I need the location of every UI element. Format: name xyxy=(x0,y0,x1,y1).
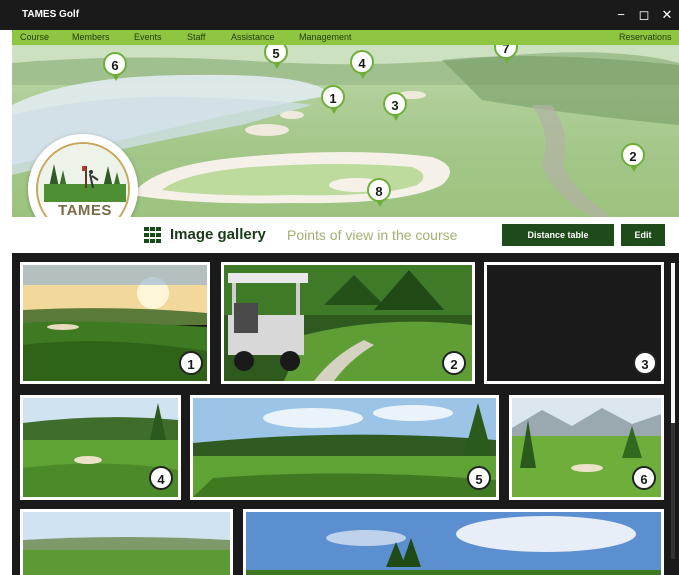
image-gallery-tab[interactable]: Image gallery xyxy=(170,226,266,243)
panoramic-fairway-image xyxy=(193,398,496,497)
grid-icon xyxy=(144,227,162,243)
image-number-badge: 2 xyxy=(442,351,466,375)
golf-cart-image xyxy=(224,265,472,381)
gallery-image-5[interactable]: 5 xyxy=(190,395,499,500)
menu-reservations[interactable]: Reservations xyxy=(619,32,672,42)
gallery-image-8[interactable] xyxy=(243,509,664,575)
gallery-image-3[interactable]: 3 xyxy=(484,262,664,384)
image-gallery: 1 2 3 4 5 6 xyxy=(12,253,679,575)
map-pin-6[interactable]: 6 xyxy=(103,52,127,81)
map-pin-1[interactable]: 1 xyxy=(321,85,345,114)
edit-button[interactable]: Edit xyxy=(621,224,665,246)
menu-management[interactable]: Management xyxy=(299,32,352,42)
map-pin-4[interactable]: 4 xyxy=(350,50,374,79)
image-number-badge: 6 xyxy=(632,466,656,490)
menu-staff[interactable]: Staff xyxy=(187,32,205,42)
image-number-badge: 1 xyxy=(179,351,203,375)
points-of-view-tab[interactable]: Points of view in the course xyxy=(287,227,457,243)
gallery-image-2[interactable]: 2 xyxy=(221,262,475,384)
panoramic-sky-image xyxy=(246,512,661,575)
gallery-image-7[interactable] xyxy=(20,509,233,575)
minimize-icon[interactable]: − xyxy=(612,6,630,24)
menu-events[interactable]: Events xyxy=(134,32,162,42)
distant-view-image xyxy=(23,512,230,575)
gallery-image-6[interactable]: 6 xyxy=(509,395,664,500)
close-icon[interactable]: ✕ xyxy=(658,6,676,24)
map-pin-2[interactable]: 2 xyxy=(621,143,645,172)
gallery-scrollbar[interactable] xyxy=(671,263,675,559)
menu-course[interactable]: Course xyxy=(20,32,49,42)
gallery-toolbar: Image gallery Points of view in the cour… xyxy=(12,217,679,253)
distance-table-button[interactable]: Distance table xyxy=(502,224,614,246)
menu-members[interactable]: Members xyxy=(72,32,110,42)
scrollbar-thumb[interactable] xyxy=(671,263,675,423)
image-number-badge: 3 xyxy=(633,351,657,375)
menu-assistance[interactable]: Assistance xyxy=(231,32,275,42)
title-bar: TAMES Golf − ◻ ✕ xyxy=(0,0,679,30)
map-pin-8[interactable]: 8 xyxy=(367,178,391,207)
image-number-badge: 5 xyxy=(467,466,491,490)
map-pin-3[interactable]: 3 xyxy=(383,92,407,121)
gallery-image-4[interactable]: 4 xyxy=(20,395,181,500)
menu-bar: Course Members Events Staff Assistance M… xyxy=(12,30,679,45)
maximize-icon[interactable]: ◻ xyxy=(635,6,653,24)
window-title: TAMES Golf xyxy=(22,9,80,20)
image-number-badge: 4 xyxy=(149,466,173,490)
gallery-image-1[interactable]: 1 xyxy=(20,262,210,384)
